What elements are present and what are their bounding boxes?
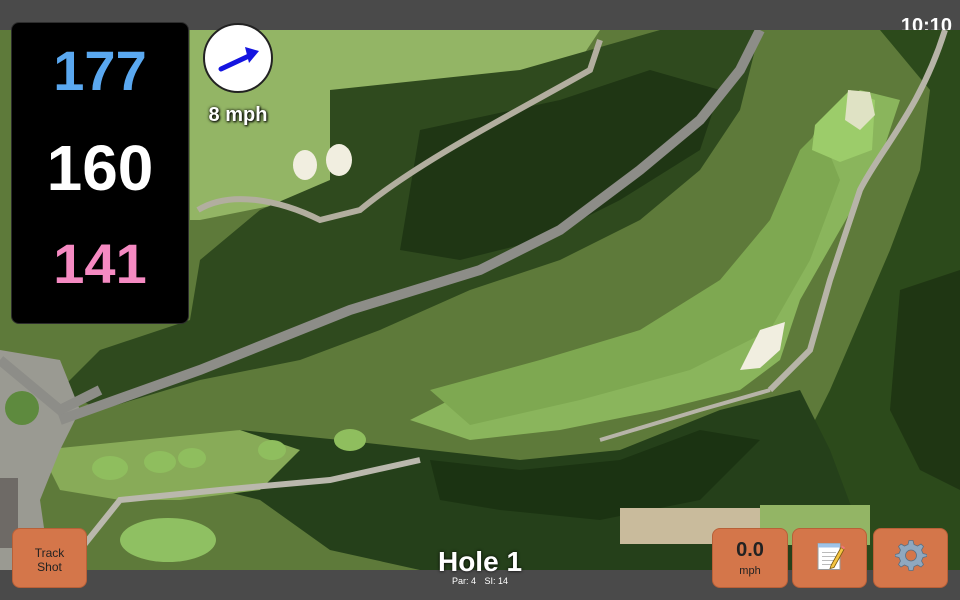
settings-button[interactable] [873,528,948,588]
wind-indicator [203,23,273,93]
center-of-green-distance: 160 [46,132,154,204]
track-shot-label-line1: Track [34,546,65,560]
track-shot-button[interactable]: Track Shot [12,528,87,588]
gear-icon [894,540,927,571]
hole-stroke-index: SI: 14 [484,576,509,586]
hole-info: Par: 4 SI: 14 [380,576,580,587]
hole-par: Par: 4 [451,576,476,586]
notes-button[interactable] [792,528,867,588]
speed-unit: mph [739,565,761,577]
hole-title: Hole 1 [437,546,523,577]
wind-speed-label: 8 mph [208,104,268,126]
notepad-icon [817,543,845,570]
track-shot-label-line2: Shot [37,560,62,574]
front-of-green-distance: 141 [53,232,147,295]
distance-panel: 177 160 141 [11,22,189,324]
speed-value: 0.0 [736,539,764,561]
speed-button[interactable]: 0.0 mph [712,528,788,588]
wind-direction-arrow-icon [218,47,259,72]
back-of-green-distance: 177 [53,39,147,102]
